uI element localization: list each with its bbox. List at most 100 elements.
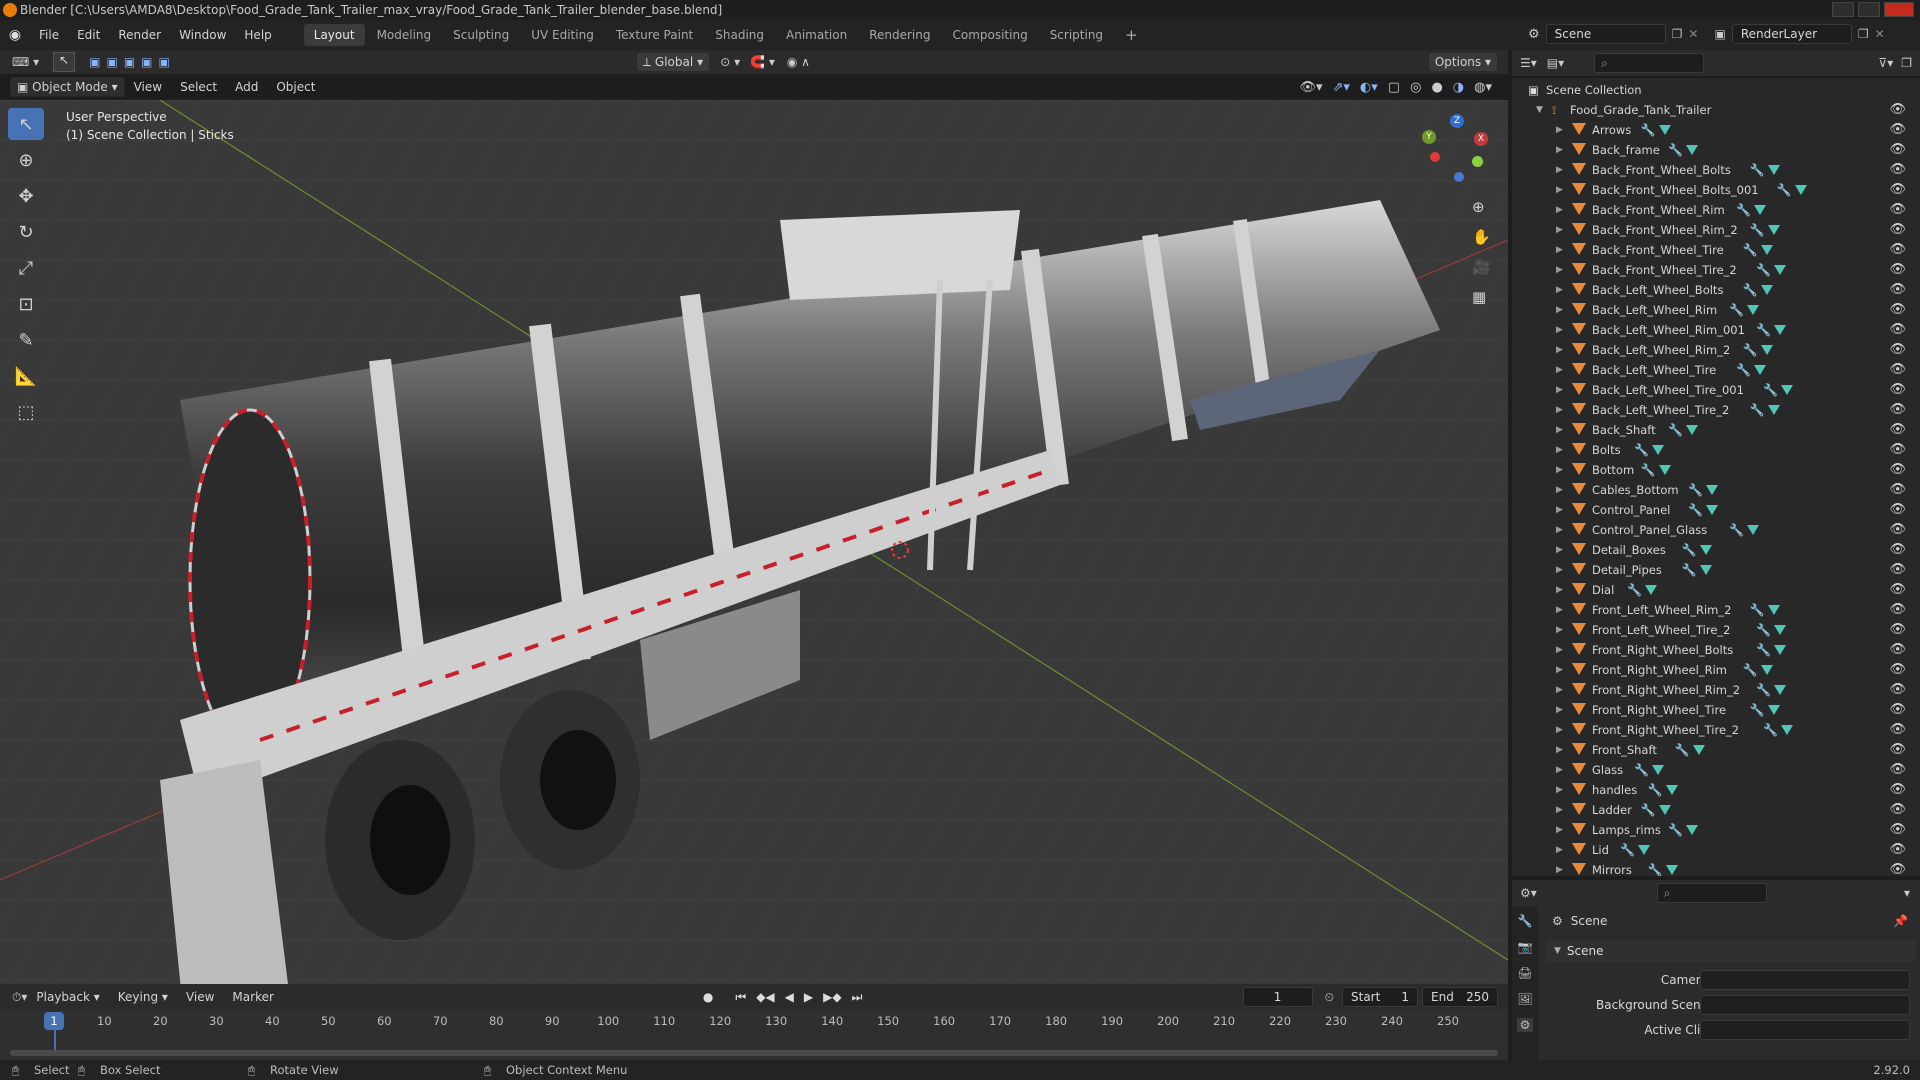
timeline-track-area[interactable]: 1102030405060708090100110120130140150160… [0,1010,1508,1060]
play-reverse-icon[interactable]: ◀ [785,990,794,1005]
outliner-item[interactable]: ▶ Lamps_rims 🔧 👁 [1512,820,1920,840]
outliner-item[interactable]: ▶ Bolts 🔧 👁 [1512,440,1920,460]
maximize-button[interactable] [1858,2,1880,17]
transform-orientation-dropdown[interactable]: ⟂ Global ▾ [635,52,711,72]
expand-arrow-icon[interactable]: ▶ [1556,620,1563,640]
modifier-icon[interactable]: 🔧 [1756,640,1771,660]
eye-icon[interactable]: 👁 [1889,280,1906,300]
outliner-item[interactable]: ▶ Control_Panel 🔧 👁 [1512,500,1920,520]
expand-arrow-icon[interactable]: ▶ [1556,360,1563,380]
eye-icon[interactable]: 👁 [1889,100,1906,120]
delete-scene-icon[interactable]: ✕ [1688,27,1698,41]
modifier-icon[interactable]: 🔧 [1668,420,1683,440]
modifier-icon[interactable]: 🔧 [1641,800,1656,820]
outliner-root[interactable]: ▣ Scene Collection [1512,80,1920,100]
timeline-menu-playback[interactable]: Playback ▾ [27,982,108,1012]
minimize-button[interactable] [1832,2,1854,17]
mesh-data-icon[interactable] [1747,525,1760,535]
expand-arrow-icon[interactable]: ▶ [1556,640,1563,660]
navigation-gizmo[interactable]: Z Y X [1420,114,1490,184]
outliner-item[interactable]: ▶ Back_Left_Wheel_Tire 🔧 👁 [1512,360,1920,380]
outliner-item[interactable]: ▶ Detail_Pipes 🔧 👁 [1512,560,1920,580]
eye-icon[interactable]: 👁 [1889,680,1906,700]
preview-range-icon[interactable]: ⏲ [1325,990,1334,1005]
expand-arrow-icon[interactable]: ▶ [1556,600,1563,620]
annotate-tool-icon[interactable]: ✎ [8,324,44,356]
eye-icon[interactable]: 👁 [1889,320,1906,340]
mesh-data-icon[interactable] [1760,245,1773,255]
modifier-icon[interactable]: 🔧 [1729,300,1744,320]
viewport-menu-view[interactable]: View [125,72,171,102]
viewport-menu-add[interactable]: Add [226,72,267,102]
eye-icon[interactable]: 👁 [1889,460,1906,480]
property-field[interactable] [1700,1020,1910,1040]
outliner-item[interactable]: ▶ Front_Right_Wheel_Tire_2 🔧 👁 [1512,720,1920,740]
tab-compositing[interactable]: Compositing [942,24,1037,46]
mesh-data-icon[interactable] [1645,585,1658,595]
tab-uv-editing[interactable]: UV Editing [521,24,604,46]
pan-hand-icon[interactable]: ✋ [1472,228,1491,246]
eye-icon[interactable]: 👁 [1889,440,1906,460]
mesh-data-icon[interactable] [1658,465,1671,475]
expand-arrow-icon[interactable]: ▶ [1556,560,1563,580]
expand-arrow-icon[interactable]: ▶ [1556,660,1563,680]
play-icon[interactable]: ▶ [804,990,813,1005]
outliner-item[interactable]: ▶ Cables_Bottom 🔧 👁 [1512,480,1920,500]
outliner-item[interactable]: ▶ Back_Front_Wheel_Tire_2 🔧 👁 [1512,260,1920,280]
visibility-icon[interactable]: 👁▾ [1299,80,1322,95]
output-tab-icon[interactable]: 🖨 [1517,966,1532,980]
gizmo-y-icon[interactable]: Y [1422,130,1436,144]
proportional-edit-icon[interactable]: ◉ ∧ [787,55,810,69]
mesh-data-icon[interactable] [1760,285,1773,295]
outliner-item[interactable]: ▶ Control_Panel_Glass 🔧 👁 [1512,520,1920,540]
scale-tool-icon[interactable]: ⤢ [8,252,44,284]
modifier-icon[interactable]: 🔧 [1668,140,1683,160]
eye-icon[interactable]: 👁 [1889,760,1906,780]
mesh-data-icon[interactable] [1754,365,1766,375]
eye-icon[interactable]: 👁 [1889,720,1906,740]
camera-view-icon[interactable]: 🎥 [1472,258,1491,276]
modifier-icon[interactable]: 🔧 [1634,760,1649,780]
next-keyframe-icon[interactable]: ▶◆ [823,990,841,1005]
modifier-icon[interactable]: 🔧 [1648,860,1663,876]
viewport-menu-select[interactable]: Select [171,72,226,102]
editor-type-icon[interactable]: ⌨ ▾ [12,55,39,69]
view-layer-tab-icon[interactable]: 🖼 [1517,992,1532,1006]
modifier-icon[interactable]: 🔧 [1648,780,1663,800]
expand-arrow-icon[interactable]: ▶ [1556,120,1563,140]
property-field[interactable] [1700,970,1910,990]
outliner-item[interactable]: ▶ Front_Left_Wheel_Tire_2 🔧 👁 [1512,620,1920,640]
mesh-data-icon[interactable] [1754,205,1766,215]
tool-tab-icon[interactable]: 🔧 [1518,914,1533,928]
modifier-icon[interactable]: 🔧 [1743,660,1758,680]
modifier-icon[interactable]: 🔧 [1750,220,1765,240]
mesh-data-icon[interactable] [1774,685,1787,695]
mesh-data-icon[interactable] [1760,345,1773,355]
eye-icon[interactable]: 👁 [1889,240,1906,260]
new-collection-icon[interactable]: ❐ [1901,56,1912,70]
outliner-item[interactable]: ▶ Back_Front_Wheel_Rim 🔧 👁 [1512,200,1920,220]
outliner-item[interactable]: ▶ Dial 🔧 👁 [1512,580,1920,600]
outliner-search-input[interactable]: ⌕ [1594,53,1705,73]
modifier-icon[interactable]: 🔧 [1763,720,1778,740]
mesh-data-icon[interactable] [1747,305,1760,315]
expand-arrow-icon[interactable]: ▶ [1556,500,1563,520]
eye-icon[interactable]: 👁 [1889,400,1906,420]
mesh-data-icon[interactable] [1658,125,1671,135]
mesh-data-icon[interactable] [1665,865,1678,875]
modifier-icon[interactable]: 🔧 [1750,600,1765,620]
mesh-data-icon[interactable] [1760,665,1773,675]
gizmo-toggle-icon[interactable]: ⇗▾ [1333,80,1350,95]
outliner-item[interactable]: ▶ Back_Left_Wheel_Rim_2 🔧 👁 [1512,340,1920,360]
expand-arrow-icon[interactable]: ▶ [1556,720,1563,740]
outliner-item[interactable]: ▶ Front_Right_Wheel_Tire 🔧 👁 [1512,700,1920,720]
eye-icon[interactable]: 👁 [1889,520,1906,540]
expand-arrow-icon[interactable]: ▶ [1556,680,1563,700]
expand-arrow-icon[interactable]: ▶ [1556,520,1563,540]
blender-menu-icon[interactable]: ◉ [0,27,30,43]
expand-arrow-icon[interactable]: ▶ [1556,200,1563,220]
modifier-icon[interactable]: 🔧 [1743,280,1758,300]
eye-icon[interactable]: 👁 [1889,420,1906,440]
outliner-item[interactable]: ▶ Mirrors 🔧 👁 [1512,860,1920,876]
eye-icon[interactable]: 👁 [1889,800,1906,820]
